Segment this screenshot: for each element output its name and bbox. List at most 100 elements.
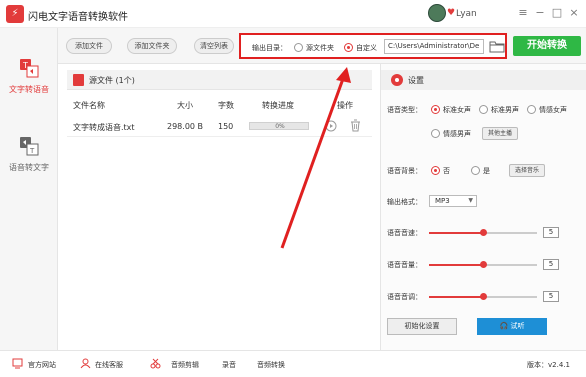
background-no-radio[interactable] — [431, 166, 440, 175]
voice-type-label: 语音类型： — [387, 106, 422, 114]
listen-button[interactable]: 🎧 试听 — [477, 318, 547, 335]
username[interactable]: Lyan — [456, 9, 477, 19]
speed-slider-fill — [429, 232, 483, 234]
speech-to-text-icon: T — [20, 137, 39, 156]
sidebar-item-label: 语音转文字 — [9, 163, 49, 172]
scissors-icon — [150, 358, 161, 369]
folder-icon[interactable] — [489, 40, 505, 53]
voice-standard-female-radio[interactable] — [431, 105, 440, 114]
source-folder-label: 源文件夹 — [306, 44, 334, 52]
speed-label: 语音音速： — [387, 229, 422, 237]
svg-text:T: T — [29, 147, 35, 155]
progress-bar: 0% — [249, 122, 309, 130]
speed-slider-knob[interactable] — [480, 229, 487, 236]
pitch-slider-fill — [429, 296, 483, 298]
heart-icon: ♥ — [447, 8, 456, 18]
title-bar: ⚡ 闪电文字语音转换软件 ♥ Lyan ≡ − □ × — [0, 0, 586, 28]
custom-folder-label: 自定义 — [356, 44, 377, 52]
official-site-link[interactable]: 官方网站 — [28, 360, 56, 370]
app-logo-icon: ⚡ — [6, 5, 24, 23]
background-no-label: 否 — [443, 167, 450, 175]
listen-button-label: 试听 — [510, 322, 525, 330]
custom-folder-radio[interactable] — [344, 43, 353, 52]
voice-option-label: 情感女声 — [539, 106, 567, 114]
pitch-label: 语音音调： — [387, 293, 422, 301]
reset-settings-button[interactable]: 初始化设置 — [387, 318, 457, 335]
format-label: 输出格式： — [387, 198, 422, 206]
play-icon[interactable] — [325, 120, 337, 132]
add-folder-button[interactable]: 添加文件夹 — [127, 38, 177, 54]
column-header-words: 字数 — [218, 101, 234, 110]
settings-panel: 设置 语音类型： 标准女声 标准男声 情感女声 情感男声 其他主播 语音背景： … — [380, 64, 586, 350]
source-folder-radio[interactable] — [294, 43, 303, 52]
toolbar: 添加文件 添加文件夹 清空列表 输出目录： 源文件夹 自定义 C:\Users\… — [58, 28, 586, 64]
audio-convert-link[interactable]: 音频转换 — [257, 360, 285, 370]
format-select[interactable]: MP3 ▼ — [429, 195, 477, 207]
headphones-icon: 🎧 — [499, 322, 511, 330]
file-panel: 源文件 (1个) 文件名称 大小 字数 转换进度 操作 文字转成语音.txt 2… — [67, 70, 372, 340]
table-row[interactable]: 文字转成语音.txt 298.00 B 150 0% — [67, 115, 372, 137]
voice-option-label: 标准男声 — [491, 106, 519, 114]
volume-value-input[interactable]: 5 — [543, 259, 559, 270]
file-size: 298.00 B — [167, 122, 204, 131]
sidebar-item-speech-to-text[interactable]: T 语音转文字 — [0, 126, 58, 186]
sidebar-item-text-to-speech[interactable]: T 文字转语音 — [0, 48, 58, 108]
maximize-button[interactable]: □ — [550, 5, 564, 21]
volume-slider-fill — [429, 264, 483, 266]
file-panel-header: 源文件 (1个) — [67, 70, 372, 90]
voice-standard-male-radio[interactable] — [479, 105, 488, 114]
add-file-button[interactable]: 添加文件 — [66, 38, 112, 54]
volume-slider-knob[interactable] — [480, 261, 487, 268]
voice-emotional-male-radio[interactable] — [431, 129, 440, 138]
background-yes-label: 是 — [483, 167, 490, 175]
pitch-slider-knob[interactable] — [480, 293, 487, 300]
file-list-icon — [73, 74, 84, 86]
column-header-progress: 转换进度 — [262, 101, 294, 110]
volume-slider[interactable] — [429, 261, 537, 268]
column-header-size: 大小 — [177, 101, 193, 110]
speed-value-input[interactable]: 5 — [543, 227, 559, 238]
file-name: 文字转成语音.txt — [73, 123, 135, 132]
sidebar: T 文字转语音 T 语音转文字 — [0, 28, 58, 350]
column-header-actions: 操作 — [337, 101, 353, 110]
minimize-button[interactable]: − — [533, 5, 547, 21]
sidebar-item-label: 文字转语音 — [9, 85, 49, 94]
volume-label: 语音音量： — [387, 261, 422, 269]
delete-icon[interactable] — [350, 119, 361, 132]
record-link[interactable]: 录音 — [222, 360, 236, 370]
output-path-input[interactable]: C:\Users\Administrator\De — [384, 39, 484, 54]
choose-music-button[interactable]: 选择音乐 — [509, 164, 545, 177]
gear-icon — [391, 74, 403, 86]
start-convert-button[interactable]: 开始转换 — [513, 36, 581, 56]
menu-icon[interactable]: ≡ — [516, 5, 530, 21]
background-yes-radio[interactable] — [471, 166, 480, 175]
format-value: MP3 — [435, 197, 450, 205]
pitch-value-input[interactable]: 5 — [543, 291, 559, 302]
avatar[interactable] — [428, 4, 446, 22]
text-to-speech-icon: T — [20, 59, 39, 78]
app-title: 闪电文字语音转换软件 — [28, 12, 128, 23]
voice-option-label: 标准女声 — [443, 106, 471, 114]
output-directory-group: 输出目录： 源文件夹 自定义 C:\Users\Administrator\De — [239, 33, 507, 59]
settings-title: 设置 — [408, 76, 424, 85]
chevron-down-icon: ▼ — [468, 197, 473, 204]
clear-list-button[interactable]: 清空列表 — [194, 38, 234, 54]
version-label: 版本：v2.4.1 — [527, 361, 570, 369]
more-voices-button[interactable]: 其他主播 — [482, 127, 518, 140]
file-words: 150 — [218, 122, 234, 131]
monitor-icon — [12, 358, 23, 369]
progress-text: 0% — [275, 123, 285, 130]
file-panel-title: 源文件 (1个) — [89, 76, 135, 85]
pitch-slider[interactable] — [429, 293, 537, 300]
speed-slider[interactable] — [429, 229, 537, 236]
column-header-name: 文件名称 — [73, 101, 105, 110]
background-label: 语音背景： — [387, 167, 422, 175]
user-icon — [80, 358, 91, 369]
output-directory-label: 输出目录： — [252, 44, 287, 52]
settings-header: 设置 — [381, 70, 586, 90]
online-service-link[interactable]: 在线客服 — [95, 360, 123, 370]
close-button[interactable]: × — [567, 5, 581, 21]
voice-emotional-female-radio[interactable] — [527, 105, 536, 114]
audio-cut-link[interactable]: 音频剪辑 — [171, 360, 199, 370]
voice-option-label: 情感男声 — [443, 130, 471, 138]
